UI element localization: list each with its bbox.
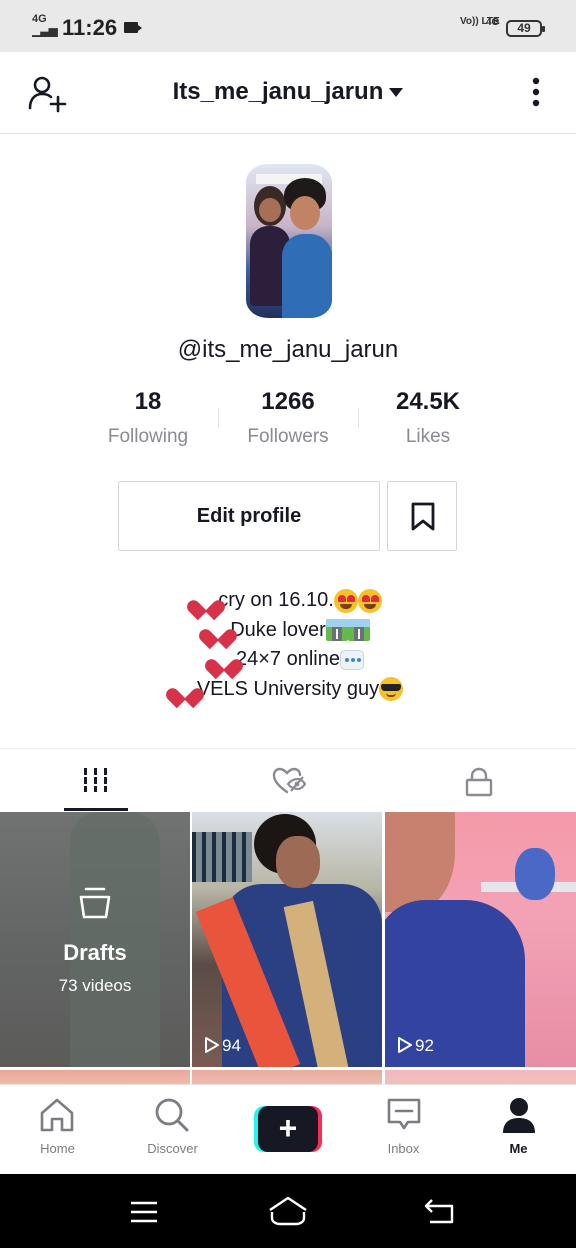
video-notification-icon bbox=[124, 22, 142, 33]
bio-line: cry on 16.10. bbox=[0, 586, 576, 616]
stat-label: Likes bbox=[405, 426, 451, 447]
bookmark-icon bbox=[411, 502, 435, 531]
avatar-person-2-body bbox=[282, 234, 332, 318]
account-switcher[interactable]: Its_me_janu_jarun bbox=[0, 78, 576, 106]
motorway-emoji-icon bbox=[325, 619, 348, 642]
play-icon bbox=[205, 1037, 219, 1053]
home-outline-icon bbox=[269, 1196, 307, 1226]
heart-eyes-emoji-icon bbox=[357, 588, 382, 613]
caret-down-icon bbox=[389, 88, 404, 98]
nav-home[interactable]: Home bbox=[0, 1085, 115, 1175]
bio-text: VELS University guy bbox=[196, 677, 380, 700]
thumbnail-face bbox=[276, 836, 320, 888]
tab-private[interactable] bbox=[384, 749, 576, 813]
bio-text: Duke lover bbox=[230, 618, 326, 641]
bio-line: Duke lover bbox=[0, 616, 576, 646]
sparkling-heart-icon bbox=[173, 678, 197, 700]
video-thumbnail[interactable] bbox=[0, 1070, 190, 1084]
status-bar: 4G ▁▃▅ 11:26 Vo)) LTE 4G 49 bbox=[0, 0, 576, 52]
signal-bars-icon: ▁▃▅ bbox=[32, 23, 58, 37]
speech-bubble-emoji-icon bbox=[339, 649, 364, 670]
sparkling-heart-icon bbox=[206, 619, 230, 641]
video-grid: Drafts 73 videos 94 92 bbox=[0, 812, 576, 1084]
more-vertical-icon[interactable] bbox=[528, 76, 544, 112]
signal-indicator: 4G ▁▃▅ bbox=[32, 14, 58, 37]
create-plus-icon: + bbox=[258, 1106, 318, 1152]
thumbnail-window bbox=[192, 832, 252, 882]
nav-discover[interactable]: Discover bbox=[115, 1085, 230, 1175]
bio-text: 24×7 online bbox=[236, 648, 340, 670]
recents-button[interactable] bbox=[124, 1192, 164, 1232]
tab-videos[interactable] bbox=[0, 749, 192, 813]
drafts-icon bbox=[79, 887, 111, 919]
drafts-tile[interactable]: Drafts 73 videos bbox=[0, 812, 190, 1067]
search-icon bbox=[155, 1098, 189, 1132]
edit-profile-button[interactable]: Edit profile bbox=[118, 481, 380, 551]
nav-inbox[interactable]: Inbox bbox=[346, 1085, 461, 1175]
profile-bio: cry on 16.10. Duke lover 24×7 online VEL… bbox=[0, 586, 576, 704]
thumbnail-toy bbox=[515, 848, 555, 900]
sparkling-heart-icon bbox=[212, 649, 236, 671]
menu-icon bbox=[131, 1201, 157, 1223]
battery-icon: 49 bbox=[506, 20, 545, 37]
nav-me[interactable]: Me bbox=[461, 1085, 576, 1175]
bio-text: cry on 16.10. bbox=[218, 589, 334, 611]
profile-stats: 18 Following 1266 Followers 24.5K Likes bbox=[78, 388, 498, 452]
stat-label: Followers bbox=[247, 426, 329, 447]
sparkling-heart-icon bbox=[194, 590, 218, 612]
nav-label: Discover bbox=[147, 1141, 198, 1156]
favorites-button[interactable] bbox=[387, 481, 457, 551]
stat-value: 24.5K bbox=[395, 388, 461, 415]
drafts-count: 73 videos bbox=[58, 976, 132, 995]
stat-value: 18 bbox=[134, 388, 162, 415]
bio-line: 24×7 online bbox=[0, 645, 576, 675]
stat-value: 1266 bbox=[261, 388, 315, 415]
nav-label: Inbox bbox=[387, 1141, 420, 1156]
create-video-button[interactable]: + bbox=[254, 1106, 322, 1152]
stat-followers[interactable]: 1266 Followers bbox=[218, 388, 358, 448]
video-thumbnail[interactable] bbox=[385, 1070, 576, 1084]
video-thumbnail[interactable]: 92 bbox=[385, 812, 576, 1067]
bio-line: VELS University guy bbox=[0, 675, 576, 705]
tab-liked[interactable] bbox=[192, 749, 384, 813]
video-thumbnail[interactable] bbox=[192, 1070, 382, 1084]
inbox-icon bbox=[387, 1098, 421, 1130]
account-name: Its_me_janu_jarun bbox=[172, 78, 384, 105]
lock-icon bbox=[465, 767, 493, 797]
home-icon bbox=[40, 1098, 74, 1132]
grid-icon bbox=[84, 768, 107, 792]
profile-icon bbox=[503, 1098, 535, 1133]
stat-likes[interactable]: 24.5K Likes bbox=[358, 388, 498, 448]
view-count-value: 94 bbox=[222, 1036, 241, 1055]
liked-hidden-icon bbox=[272, 767, 306, 794]
system-navigation-bar bbox=[0, 1174, 576, 1248]
clock: 11:26 bbox=[62, 15, 118, 40]
system-home-button[interactable] bbox=[266, 1192, 307, 1232]
avatar-person-2-face bbox=[290, 196, 320, 230]
stat-label: Following bbox=[107, 426, 189, 447]
active-tab-indicator bbox=[64, 808, 128, 811]
heart-eyes-emoji-icon bbox=[333, 588, 358, 613]
profile-header: Its_me_janu_jarun bbox=[0, 52, 576, 134]
profile-tabs bbox=[0, 748, 576, 812]
view-count: 94 bbox=[204, 1036, 241, 1056]
play-icon bbox=[398, 1037, 412, 1053]
system-back-button[interactable] bbox=[420, 1192, 460, 1232]
back-icon bbox=[424, 1199, 454, 1224]
profile-handle: @its_me_janu_jarun bbox=[177, 336, 399, 363]
nav-label: Me bbox=[509, 1141, 528, 1156]
stat-following[interactable]: 18 Following bbox=[78, 388, 218, 448]
network-type-2: 4G bbox=[486, 17, 500, 28]
motorway-emoji-icon bbox=[347, 619, 370, 642]
sunglasses-emoji-icon bbox=[379, 677, 404, 702]
view-count-value: 92 bbox=[415, 1036, 434, 1055]
bottom-navigation: Home Discover + Inbox Me bbox=[0, 1084, 576, 1174]
avatar-person-1-face bbox=[259, 198, 281, 222]
avatar[interactable] bbox=[246, 164, 332, 318]
drafts-title: Drafts bbox=[63, 940, 127, 965]
video-thumbnail[interactable]: 94 bbox=[192, 812, 382, 1067]
view-count: 92 bbox=[397, 1036, 434, 1056]
nav-label: Home bbox=[40, 1141, 75, 1156]
